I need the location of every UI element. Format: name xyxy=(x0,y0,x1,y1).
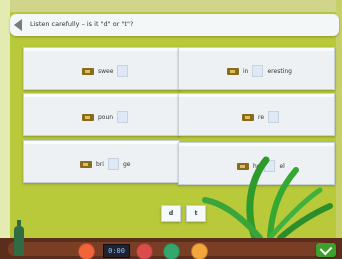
book-icon[interactable] xyxy=(191,243,208,259)
rewind-icon[interactable] xyxy=(78,243,95,259)
check-icon xyxy=(319,242,333,256)
check-button[interactable] xyxy=(316,242,336,257)
timer-display: 0:00 xyxy=(103,244,130,258)
bottle-decoration xyxy=(14,220,24,256)
next-icon[interactable] xyxy=(163,243,180,259)
play-icon[interactable] xyxy=(136,243,153,259)
activity-stage: Listen carefully – is it "d" or "t"? swe… xyxy=(0,0,342,259)
plant-leaves xyxy=(202,156,333,242)
